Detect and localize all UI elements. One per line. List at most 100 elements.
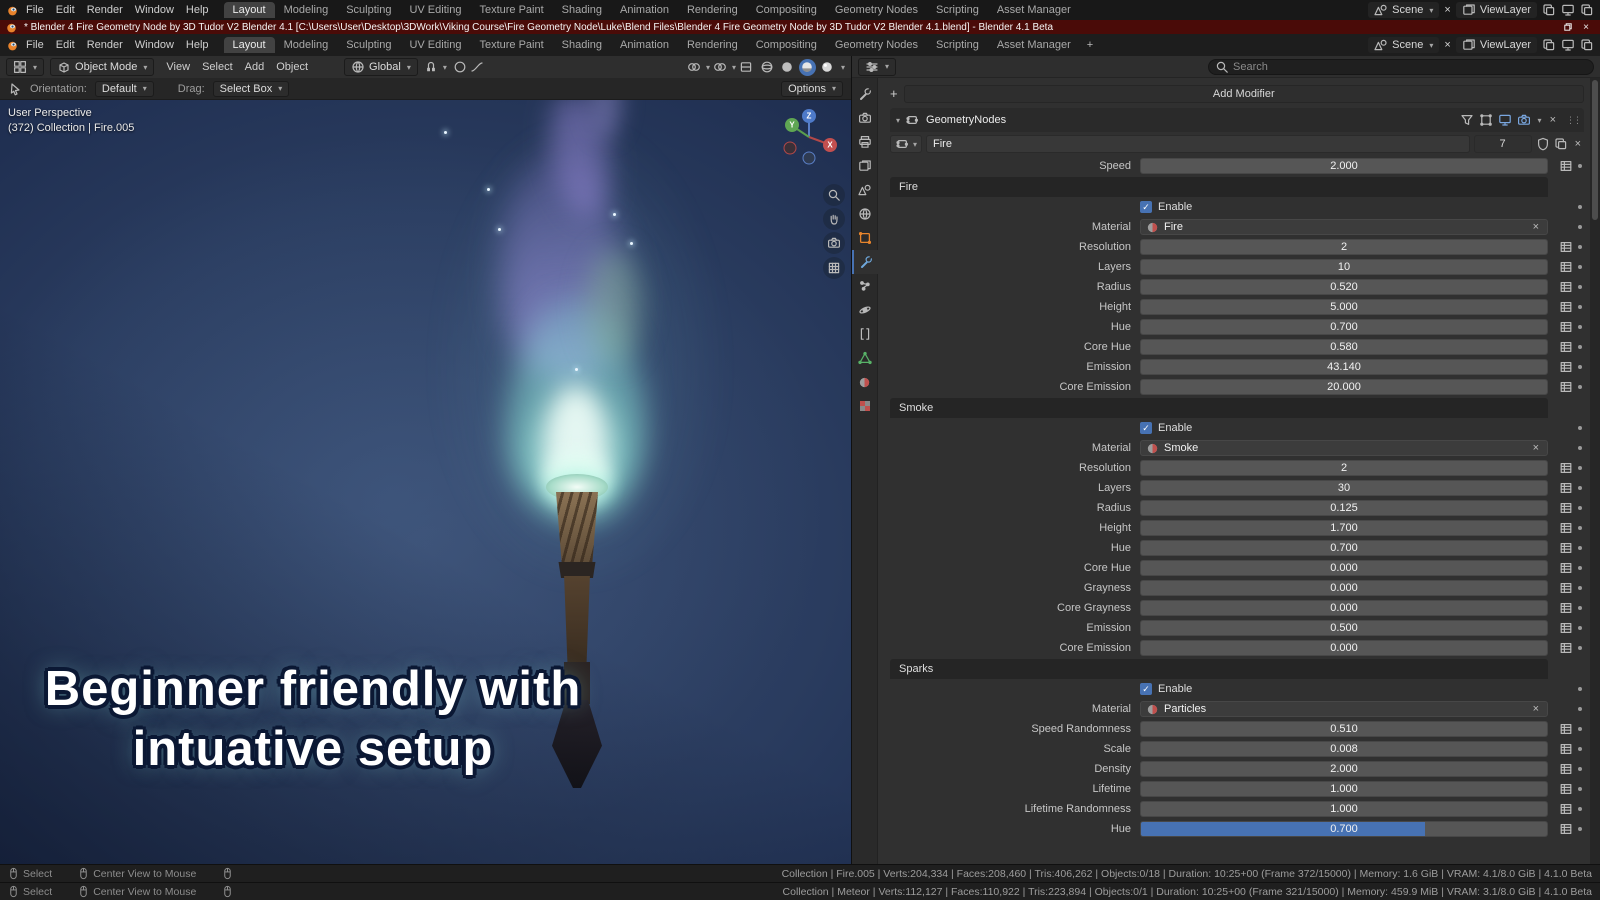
attribute-toggle-icon[interactable] xyxy=(1559,260,1573,274)
window1-tab-texture-paint[interactable]: Texture Paint xyxy=(470,2,552,18)
editor-type-button[interactable]: ▾ xyxy=(6,58,44,76)
properties-tab-view-layer[interactable] xyxy=(852,154,878,178)
decorator-dot[interactable] xyxy=(1578,365,1582,369)
window2-tab-shading[interactable]: Shading xyxy=(553,37,611,53)
window1-menu-window[interactable]: Window xyxy=(129,2,180,18)
value-field[interactable]: 0.000 xyxy=(1140,600,1548,616)
material-selector[interactable]: Fire× xyxy=(1140,219,1548,235)
close-window-button[interactable]: × xyxy=(1583,22,1589,33)
panel-section-smoke[interactable]: Smoke xyxy=(890,398,1548,418)
window1-menu-render[interactable]: Render xyxy=(81,2,129,18)
decorator-dot[interactable] xyxy=(1578,566,1582,570)
decorator-dot[interactable] xyxy=(1578,707,1582,711)
decorator-dot[interactable] xyxy=(1578,305,1582,309)
material-selector[interactable]: Particles× xyxy=(1140,701,1548,717)
value-field[interactable]: 1.000 xyxy=(1140,801,1548,817)
xray-toggle-icon[interactable] xyxy=(739,60,753,74)
decorator-dot[interactable] xyxy=(1578,807,1582,811)
attribute-toggle-icon[interactable] xyxy=(1559,300,1573,314)
decorator-dot[interactable] xyxy=(1578,827,1582,831)
properties-tab-object-data[interactable] xyxy=(852,346,878,370)
attribute-toggle-icon[interactable] xyxy=(1559,782,1573,796)
window2-tab-texture-paint[interactable]: Texture Paint xyxy=(470,37,552,53)
window2-tab-uv-editing[interactable]: UV Editing xyxy=(400,37,470,53)
window2-tab-scripting[interactable]: Scripting xyxy=(927,37,988,53)
add-workspace-button[interactable]: + xyxy=(1081,39,1099,51)
window2-tab-animation[interactable]: Animation xyxy=(611,37,678,53)
value-field[interactable]: 0.125 xyxy=(1140,500,1548,516)
decorator-dot[interactable] xyxy=(1578,265,1582,269)
attribute-toggle-icon[interactable] xyxy=(1559,501,1573,515)
value-field[interactable]: 2 xyxy=(1140,460,1548,476)
pan-view-button[interactable] xyxy=(823,208,845,230)
enable-checkbox[interactable]: ✓ xyxy=(1140,201,1152,213)
decorator-dot[interactable] xyxy=(1578,486,1582,490)
window2-menu-help[interactable]: Help xyxy=(180,37,215,53)
decorator-dot[interactable] xyxy=(1578,687,1582,691)
properties-tab-scene[interactable] xyxy=(852,178,878,202)
attribute-toggle-icon[interactable] xyxy=(1559,621,1573,635)
window2-tab-asset-manager[interactable]: Asset Manager xyxy=(988,37,1080,53)
decorator-dot[interactable] xyxy=(1578,385,1582,389)
window1-tab-uv-editing[interactable]: UV Editing xyxy=(400,2,470,18)
value-field[interactable]: 10 xyxy=(1140,259,1548,275)
panel-section-fire[interactable]: Fire xyxy=(890,177,1548,197)
window2-tab-rendering[interactable]: Rendering xyxy=(678,37,747,53)
shading-material-button[interactable] xyxy=(799,59,816,76)
window1-tab-sculpting[interactable]: Sculpting xyxy=(337,2,400,18)
decorator-dot[interactable] xyxy=(1578,626,1582,630)
attribute-toggle-icon[interactable] xyxy=(1559,742,1573,756)
shading-rendered-button[interactable] xyxy=(819,59,836,76)
viewlayer-selector[interactable]: ViewLayer xyxy=(1456,2,1537,18)
value-slider[interactable]: 0.700 xyxy=(1140,821,1548,837)
decorator-dot[interactable] xyxy=(1578,526,1582,530)
attribute-toggle-icon[interactable] xyxy=(1559,802,1573,816)
window1-tab-layout[interactable]: Layout xyxy=(224,2,275,18)
properties-tab-physics[interactable] xyxy=(852,298,878,322)
modifier-extras-icon[interactable]: ▾ xyxy=(1538,116,1542,125)
window2-menu-render[interactable]: Render xyxy=(81,37,129,53)
attribute-toggle-icon[interactable] xyxy=(1559,521,1573,535)
viewport-menu-add[interactable]: Add xyxy=(239,59,271,75)
properties-tab-texture[interactable] xyxy=(852,394,878,418)
window1-tab-asset-manager[interactable]: Asset Manager xyxy=(988,2,1080,18)
value-field[interactable]: 0.000 xyxy=(1140,640,1548,656)
value-field[interactable]: 2.000 xyxy=(1140,761,1548,777)
properties-editor-type-button[interactable]: ▾ xyxy=(858,58,896,76)
camera-view-button[interactable] xyxy=(823,232,845,254)
decorator-dot[interactable] xyxy=(1578,767,1582,771)
stack-icon[interactable] xyxy=(1580,3,1594,17)
attribute-toggle-icon[interactable] xyxy=(1559,320,1573,334)
decorator-dot[interactable] xyxy=(1578,747,1582,751)
window2-tab-compositing[interactable]: Compositing xyxy=(747,37,826,53)
properties-tab-render[interactable] xyxy=(852,106,878,130)
attribute-toggle-icon[interactable] xyxy=(1559,159,1573,173)
properties-tab-world[interactable] xyxy=(852,202,878,226)
enable-checkbox[interactable]: ✓ xyxy=(1140,422,1152,434)
properties-tab-output[interactable] xyxy=(852,130,878,154)
enable-checkbox[interactable]: ✓ xyxy=(1140,683,1152,695)
window1-tab-compositing[interactable]: Compositing xyxy=(747,2,826,18)
blender-logo-icon[interactable] xyxy=(6,4,19,17)
zoom-view-button[interactable] xyxy=(823,184,845,206)
decorator-dot[interactable] xyxy=(1578,466,1582,470)
attribute-toggle-icon[interactable] xyxy=(1559,822,1573,836)
properties-search[interactable] xyxy=(1208,59,1594,75)
value-field[interactable]: 2 xyxy=(1140,239,1548,255)
decorator-dot[interactable] xyxy=(1578,586,1582,590)
window2-tab-geometry-nodes[interactable]: Geometry Nodes xyxy=(826,37,927,53)
decorator-dot[interactable] xyxy=(1578,225,1582,229)
clear-material-button[interactable]: × xyxy=(1530,221,1542,233)
window1-tab-animation[interactable]: Animation xyxy=(611,2,678,18)
decorator-dot[interactable] xyxy=(1578,546,1582,550)
properties-tab-object[interactable] xyxy=(852,226,878,250)
unlink-node-tree-button[interactable]: × xyxy=(1572,138,1584,150)
node-tree-name-field[interactable]: Fire xyxy=(926,135,1470,153)
attribute-toggle-icon[interactable] xyxy=(1559,762,1573,776)
monitor-icon[interactable] xyxy=(1561,38,1575,52)
realtime-display-icon[interactable] xyxy=(1498,113,1512,127)
properties-scrollbar[interactable] xyxy=(1590,78,1600,864)
decorator-dot[interactable] xyxy=(1578,606,1582,610)
value-field[interactable]: 1.000 xyxy=(1140,781,1548,797)
window1-menu-edit[interactable]: Edit xyxy=(50,2,81,18)
